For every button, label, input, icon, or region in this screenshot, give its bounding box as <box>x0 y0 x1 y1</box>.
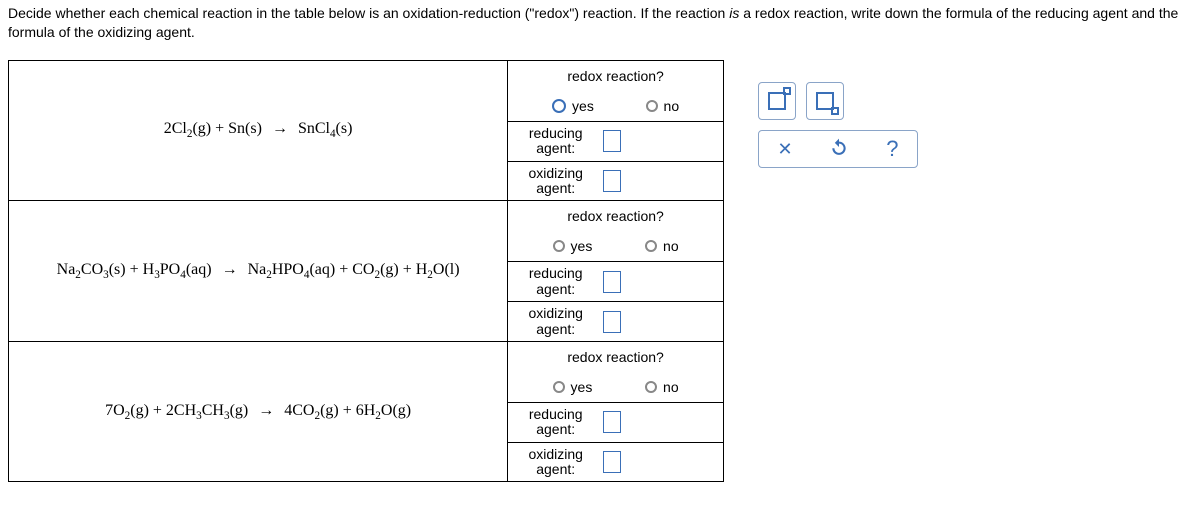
oxidizing-row: oxidizingagent: <box>508 442 723 482</box>
redox-header: redox reaction? <box>508 342 723 372</box>
reducing-input[interactable] <box>603 130 621 152</box>
radio-no[interactable] <box>645 381 657 393</box>
radio-yes-label: yes <box>571 238 593 254</box>
redox-header: redox reaction? <box>508 201 723 231</box>
reducing-label: reducingagent: <box>508 403 603 442</box>
oxidizing-label: oxidizingagent: <box>508 443 603 482</box>
radio-no-label: no <box>663 379 679 395</box>
oxidizing-row: oxidizingagent: <box>508 301 723 341</box>
reset-button[interactable] <box>829 137 849 162</box>
question-em: is <box>729 5 739 21</box>
radio-yes-label: yes <box>572 98 594 114</box>
subscript-icon <box>816 92 834 110</box>
action-bar: ✕ ? <box>758 130 918 168</box>
radio-yes-label: yes <box>571 379 593 395</box>
radio-no[interactable] <box>645 240 657 252</box>
reducing-label: reducingagent: <box>508 262 603 301</box>
superscript-button[interactable] <box>758 82 796 120</box>
reducing-input[interactable] <box>603 411 621 433</box>
close-button[interactable]: ✕ <box>777 139 792 160</box>
answer-panel: redox reaction? yes no reducingagent: ox… <box>508 60 724 201</box>
radio-no-label: no <box>664 98 680 114</box>
redox-header: redox reaction? <box>508 61 723 91</box>
reducing-input[interactable] <box>603 271 621 293</box>
radio-no[interactable] <box>646 100 658 112</box>
answer-panel: redox reaction? yes no reducingagent: ox… <box>508 201 724 342</box>
reaction-cell: 2Cl2(g) + Sn(s) → SnCl4(s) <box>9 60 508 201</box>
radio-row: yes no <box>508 231 723 261</box>
reaction-table: 2Cl2(g) + Sn(s) → SnCl4(s) redox reactio… <box>8 60 724 483</box>
reducing-row: reducingagent: <box>508 402 723 442</box>
oxidizing-input[interactable] <box>603 451 621 473</box>
reaction-cell: Na2CO3(s) + H3PO4(aq) → Na2HPO4(aq) + CO… <box>9 201 508 342</box>
oxidizing-label: oxidizingagent: <box>508 302 603 341</box>
question-text-a: Decide whether each chemical reaction in… <box>8 5 729 21</box>
radio-yes[interactable] <box>553 381 565 393</box>
toolbar: ✕ ? <box>758 82 918 168</box>
oxidizing-label: oxidizingagent: <box>508 162 603 201</box>
reducing-row: reducingagent: <box>508 261 723 301</box>
reducing-row: reducingagent: <box>508 121 723 161</box>
help-button[interactable]: ? <box>886 136 898 162</box>
reaction-cell: 7O2(g) + 2CH3CH3(g) → 4CO2(g) + 6H2O(g) <box>9 341 508 482</box>
reset-icon <box>829 137 849 157</box>
oxidizing-input[interactable] <box>603 311 621 333</box>
subscript-button[interactable] <box>806 82 844 120</box>
question-prompt: Decide whether each chemical reaction in… <box>0 0 1200 60</box>
radio-row: yes no <box>508 372 723 402</box>
radio-yes[interactable] <box>552 99 566 113</box>
oxidizing-input[interactable] <box>603 170 621 192</box>
oxidizing-row: oxidizingagent: <box>508 161 723 201</box>
radio-yes[interactable] <box>553 240 565 252</box>
answer-panel: redox reaction? yes no reducingagent: ox… <box>508 341 724 482</box>
superscript-icon <box>768 92 786 110</box>
reducing-label: reducingagent: <box>508 122 603 161</box>
radio-no-label: no <box>663 238 679 254</box>
radio-row: yes no <box>508 91 723 121</box>
